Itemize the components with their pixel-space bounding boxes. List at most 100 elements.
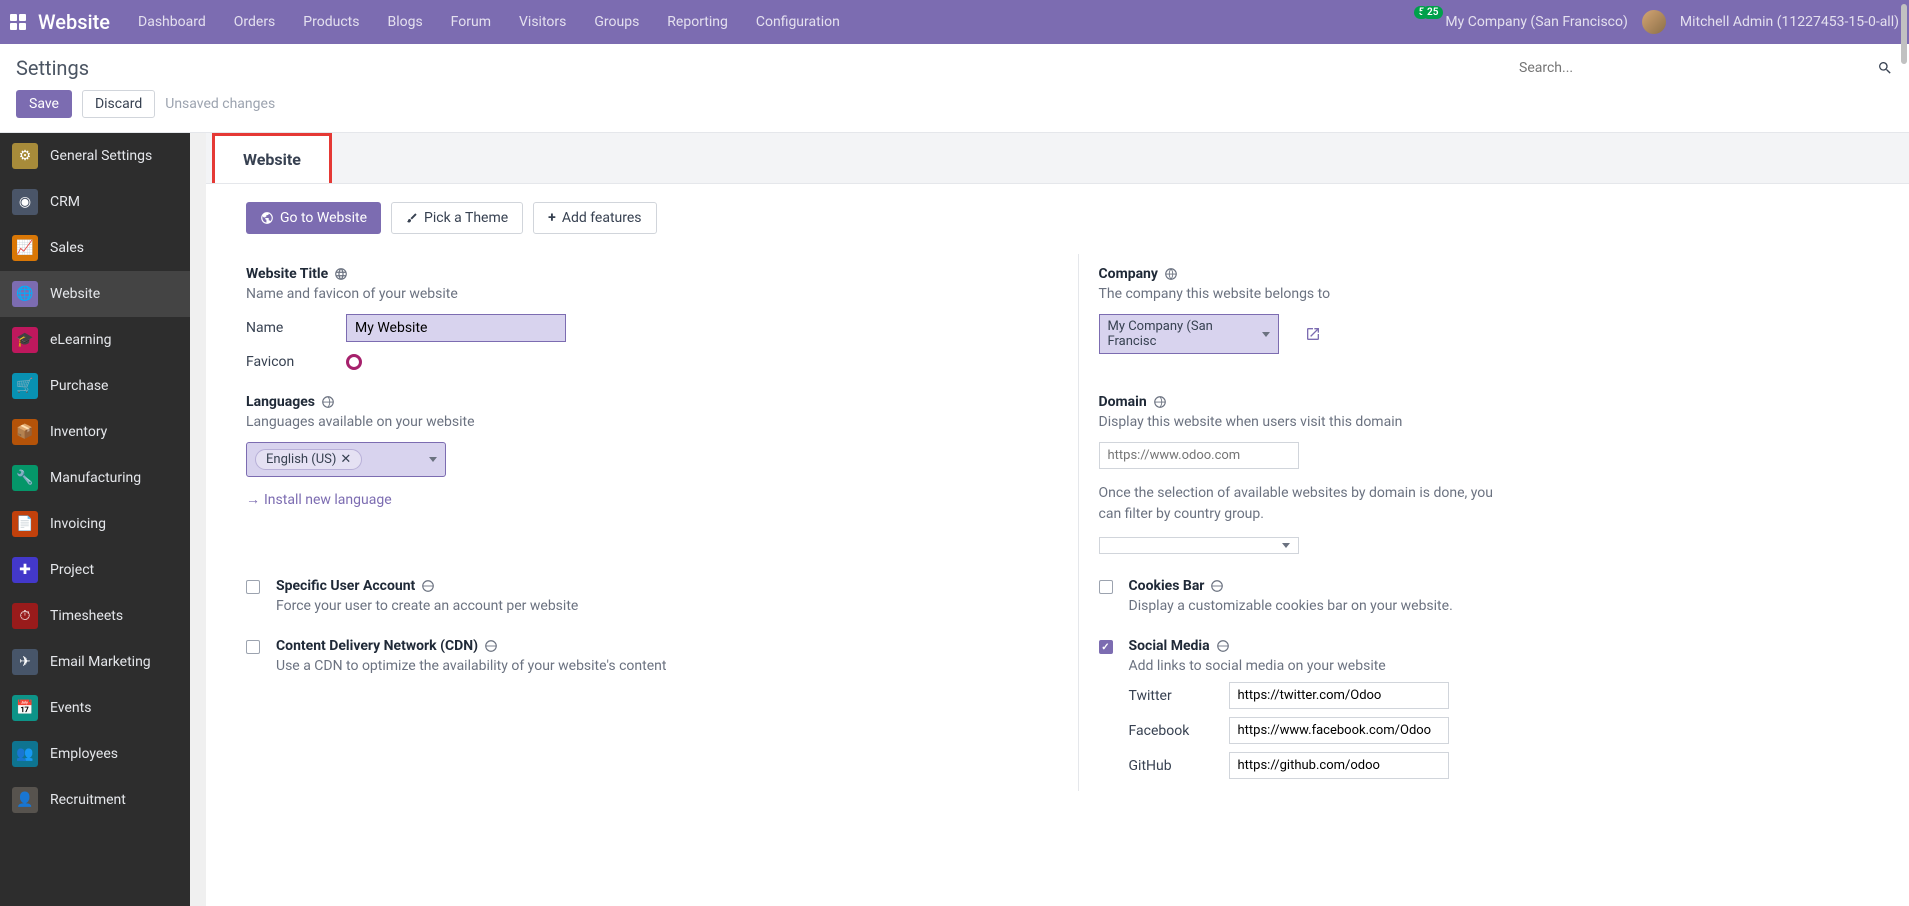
social-block: Social Media Add links to social media o… <box>1078 626 1870 791</box>
sidebar-icon: ✚ <box>12 557 38 583</box>
sidebar-label: General Settings <box>50 148 152 164</box>
goto-website-button[interactable]: Go to Website <box>246 202 381 234</box>
sidebar-label: Sales <box>50 240 84 256</box>
nav-reporting[interactable]: Reporting <box>667 14 728 30</box>
sidebar-item-manufacturing[interactable]: 🔧 Manufacturing <box>0 455 190 501</box>
nav-orders[interactable]: Orders <box>234 14 276 30</box>
search-icon[interactable] <box>1877 60 1893 76</box>
languages-heading: Languages <box>246 394 315 410</box>
sidebar-icon: ✈ <box>12 649 38 675</box>
sidebar-icon: 📈 <box>12 235 38 261</box>
nav-dashboard[interactable]: Dashboard <box>138 14 206 30</box>
nav-blogs[interactable]: Blogs <box>387 14 422 30</box>
sidebar-item-employees[interactable]: 👥 Employees <box>0 731 190 777</box>
sidebar-item-general-settings[interactable]: ⚙ General Settings <box>0 133 190 179</box>
company-sub: The company this website belongs to <box>1099 286 1870 302</box>
sidebar-item-invoicing[interactable]: 📄Invoicing <box>0 501 190 547</box>
user-name[interactable]: Mitchell Admin (11227453-15-0-all) <box>1680 14 1899 30</box>
twitter-input[interactable] <box>1229 682 1449 709</box>
sidebar-item-elearning[interactable]: 🎓eLearning <box>0 317 190 363</box>
sidebar-item-timesheets[interactable]: ⏱Timesheets <box>0 593 190 639</box>
facebook-input[interactable] <box>1229 717 1449 744</box>
globe-icon <box>1164 267 1178 281</box>
sidebar-item-events[interactable]: 📅Events <box>0 685 190 731</box>
specific-user-block: Specific User Account Force your user to… <box>246 566 1038 626</box>
domain-sub: Display this website when users visit th… <box>1099 414 1870 430</box>
save-button[interactable]: Save <box>16 90 72 118</box>
globe-icon <box>321 395 335 409</box>
globe-icon <box>1210 579 1224 593</box>
language-tag[interactable]: English (US) ✕ <box>255 449 362 470</box>
nav-visitors[interactable]: Visitors <box>519 14 566 30</box>
main-content: Website Go to Website Pick a Theme +Add … <box>206 133 1909 906</box>
domain-input[interactable] <box>1099 442 1299 469</box>
sidebar-icon: ⚙ <box>12 143 38 169</box>
sidebar-label: Website <box>50 286 100 302</box>
sidebar-label: Employees <box>50 746 118 762</box>
sidebar-item-recruitment[interactable]: 👤Recruitment <box>0 777 190 823</box>
cdn-block: Content Delivery Network (CDN) Use a CDN… <box>246 626 1038 791</box>
sidebar-icon: 🔧 <box>12 465 38 491</box>
sidebar-label: Recruitment <box>50 792 126 808</box>
nav-products[interactable]: Products <box>303 14 359 30</box>
sidebar-item-project[interactable]: ✚ Project <box>0 547 190 593</box>
domain-heading: Domain <box>1099 394 1147 410</box>
nav-configuration[interactable]: Configuration <box>756 14 840 30</box>
language-tags-select[interactable]: English (US) ✕ <box>246 442 446 477</box>
globe-icon <box>1216 639 1230 653</box>
sidebar-icon: 📅 <box>12 695 38 721</box>
install-language-link[interactable]: →Install new language <box>246 491 392 508</box>
sidebar-scrollbar[interactable] <box>190 133 206 906</box>
tab-header: Website <box>206 133 1909 184</box>
favicon-image[interactable] <box>346 354 362 370</box>
sidebar-label: CRM <box>50 194 80 210</box>
nav-forum[interactable]: Forum <box>451 14 491 30</box>
cdn-checkbox[interactable] <box>246 640 260 654</box>
sidebar-icon: 👥 <box>12 741 38 767</box>
company-heading: Company <box>1099 266 1158 282</box>
sidebar-label: Project <box>50 562 94 578</box>
avatar[interactable] <box>1642 10 1666 34</box>
sidebar-item-email-marketing[interactable]: ✈Email Marketing <box>0 639 190 685</box>
name-label: Name <box>246 320 326 336</box>
sidebar-label: Manufacturing <box>50 470 141 486</box>
sidebar-item-sales[interactable]: 📈 Sales <box>0 225 190 271</box>
tab-website[interactable]: Website <box>212 133 332 183</box>
specific-user-checkbox[interactable] <box>246 580 260 594</box>
breadcrumb-bar: Settings <box>0 44 1909 84</box>
sidebar-label: Purchase <box>50 378 108 394</box>
cookies-heading: Cookies Bar <box>1129 578 1205 594</box>
search-input[interactable] <box>1519 60 1869 76</box>
sidebar-label: Timesheets <box>50 608 123 624</box>
cdn-sub: Use a CDN to optimize the availability o… <box>276 658 1038 674</box>
company-selector[interactable]: My Company (San Francisco) <box>1445 14 1627 30</box>
apps-icon[interactable] <box>10 14 26 30</box>
nav-groups[interactable]: Groups <box>594 14 639 30</box>
unsaved-label: Unsaved changes <box>165 96 275 112</box>
action-bar: Save Discard Unsaved changes <box>0 84 1909 133</box>
globe-icon <box>484 639 498 653</box>
sidebar: ⚙ General Settings ◉CRM 📈 Sales 🌐Website🎓eLea… <box>0 133 190 906</box>
country-group-select[interactable] <box>1099 537 1299 554</box>
remove-tag-icon[interactable]: ✕ <box>340 452 351 467</box>
sidebar-item-crm[interactable]: ◉CRM <box>0 179 190 225</box>
sidebar-item-website[interactable]: 🌐Website <box>0 271 190 317</box>
github-input[interactable] <box>1229 752 1449 779</box>
globe-icon <box>421 579 435 593</box>
search-box <box>1519 60 1893 76</box>
pick-theme-button[interactable]: Pick a Theme <box>391 202 523 234</box>
discard-button[interactable]: Discard <box>82 90 155 118</box>
social-sub: Add links to social media on your websit… <box>1129 658 1870 674</box>
sidebar-item-inventory[interactable]: 📦Inventory <box>0 409 190 455</box>
social-checkbox[interactable] <box>1099 640 1113 654</box>
website-title-sub: Name and favicon of your website <box>246 286 1038 302</box>
sidebar-label: Inventory <box>50 424 107 440</box>
facebook-label: Facebook <box>1129 723 1209 739</box>
cookies-checkbox[interactable] <box>1099 580 1113 594</box>
brand[interactable]: Website <box>38 10 110 34</box>
website-name-input[interactable] <box>346 314 566 342</box>
external-link-icon[interactable] <box>1305 326 1321 342</box>
sidebar-item-purchase[interactable]: 🛒Purchase <box>0 363 190 409</box>
add-features-button[interactable]: +Add features <box>533 202 656 234</box>
company-select[interactable]: My Company (San Francisc <box>1099 314 1279 354</box>
